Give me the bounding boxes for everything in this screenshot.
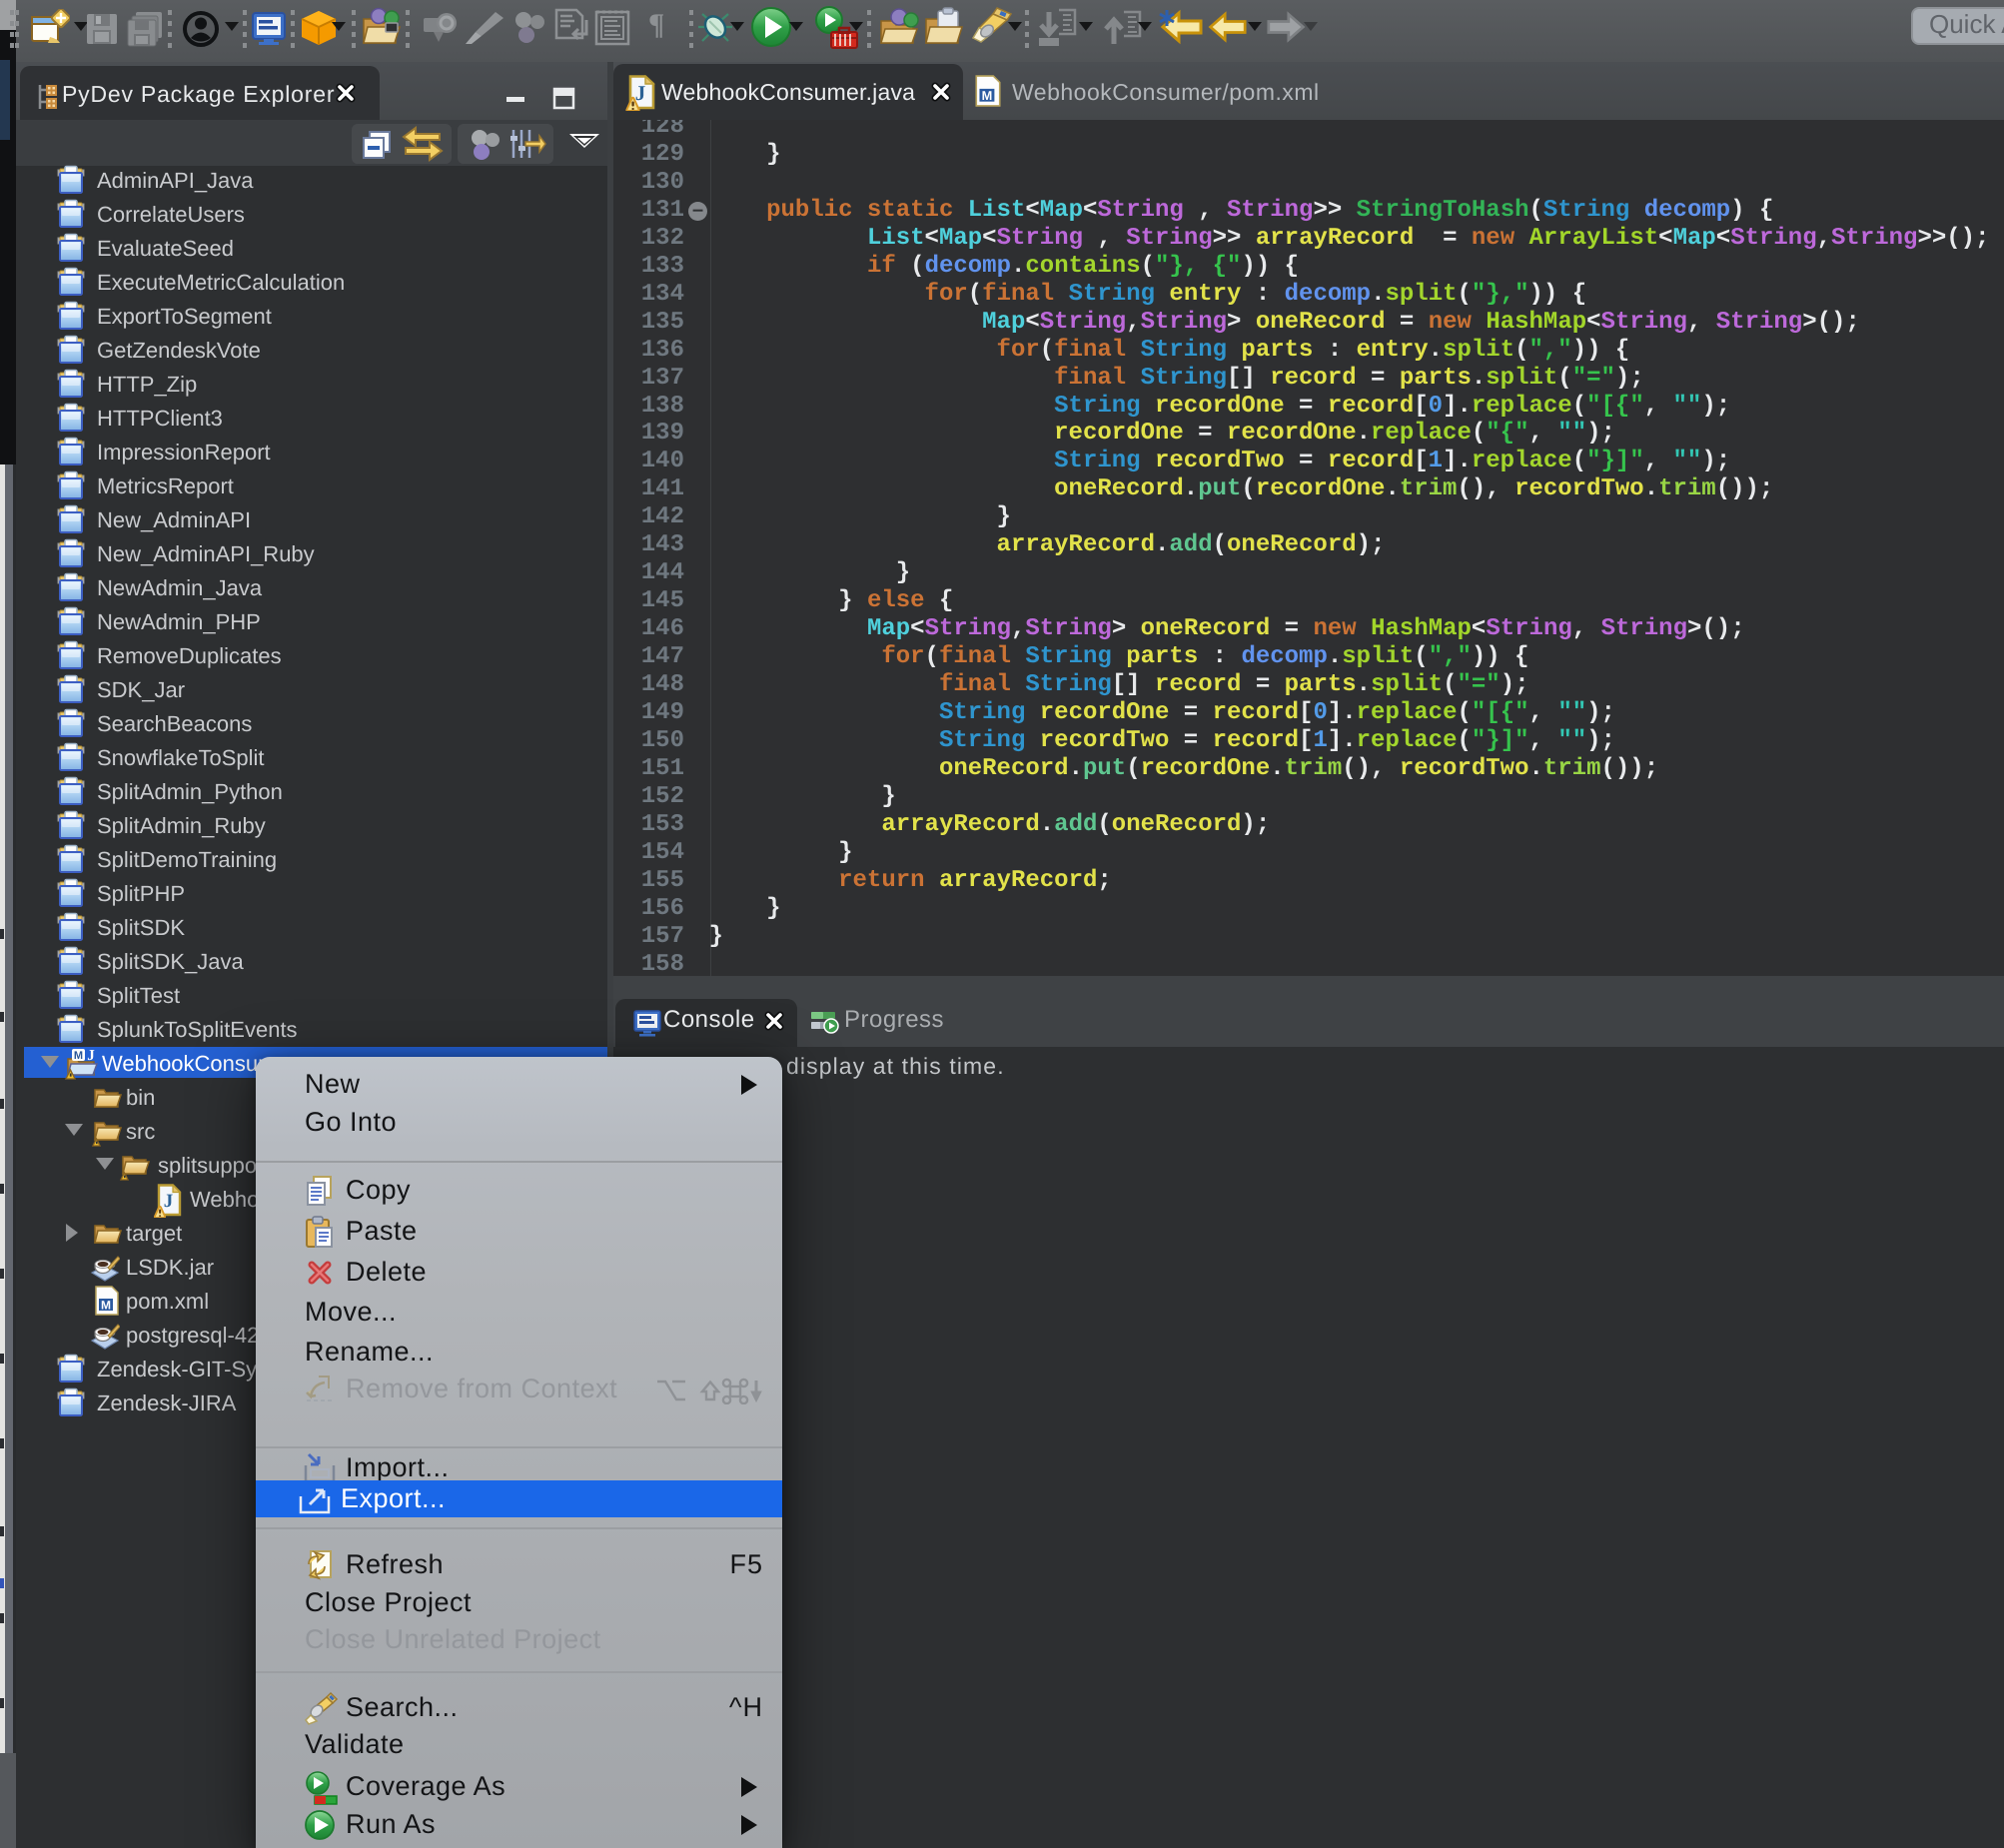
svg-text:J: J <box>164 1191 174 1212</box>
svg-text:M: M <box>101 1299 111 1313</box>
svg-text:¶: ¶ <box>648 8 664 41</box>
svg-text:M: M <box>982 88 993 103</box>
svg-text:J: J <box>635 81 646 105</box>
svg-text:J: J <box>87 1048 95 1064</box>
svg-text:M: M <box>74 1050 83 1062</box>
